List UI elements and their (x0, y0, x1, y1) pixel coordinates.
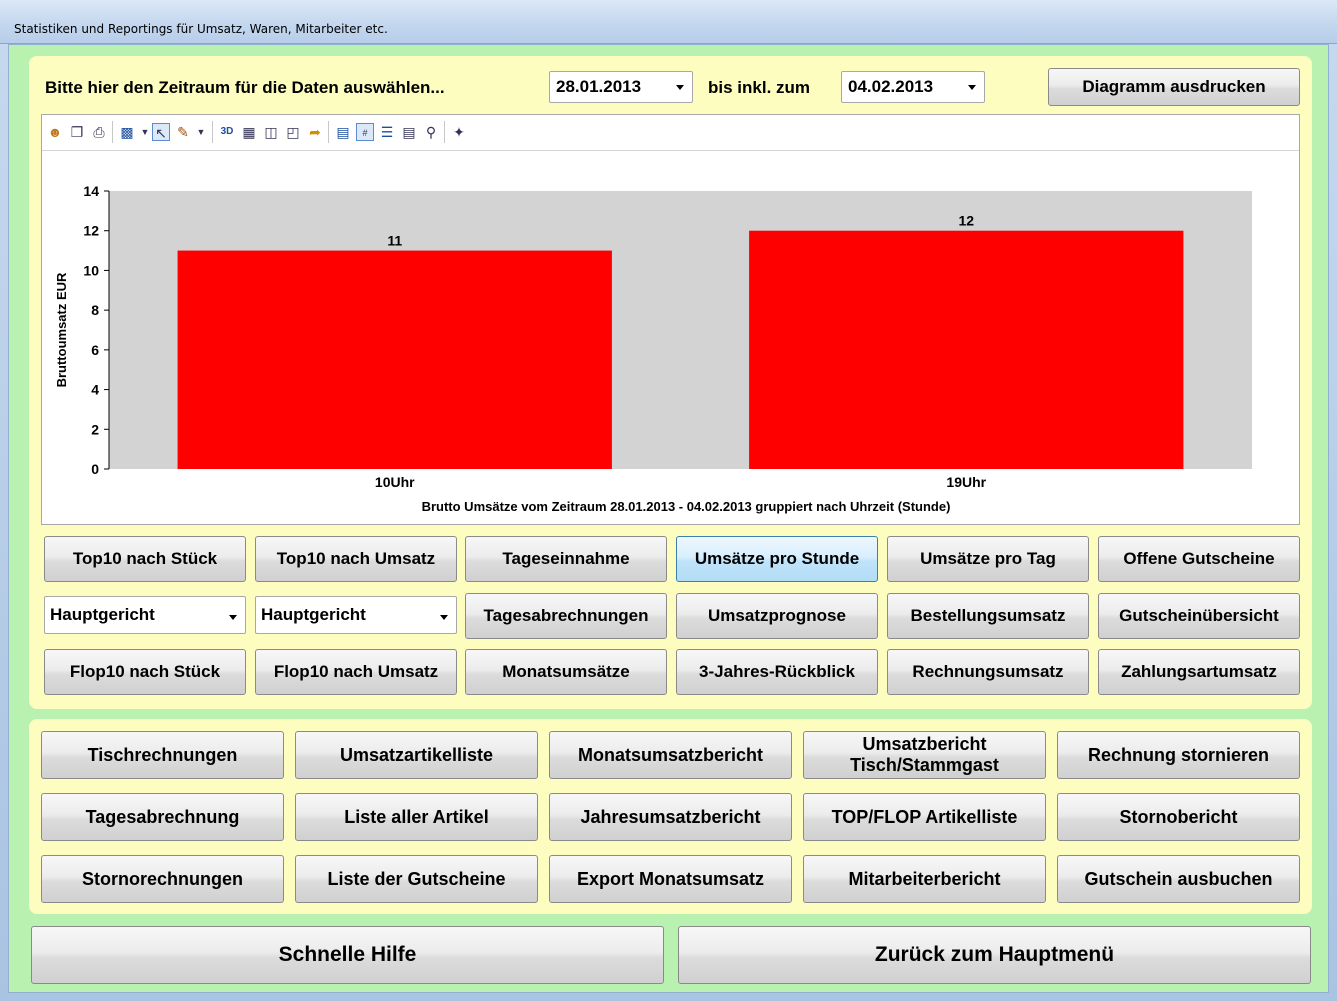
chevron-down-icon[interactable] (676, 85, 684, 90)
voucher-list-button[interactable]: Liste der Gutscheine (295, 855, 538, 903)
toolbar-separator (112, 121, 113, 143)
to-date-value: 04.02.2013 (848, 77, 934, 96)
redeem-voucher-button[interactable]: Gutschein ausbuchen (1057, 855, 1300, 903)
data-labels-icon[interactable]: # (356, 123, 374, 141)
cancelled-invoices-button[interactable]: Stornorechnungen (41, 855, 284, 903)
legend-icon[interactable]: ☰ (378, 123, 396, 141)
pointer-icon[interactable]: ↖ (152, 123, 170, 141)
export-icon[interactable]: ➦ (306, 123, 324, 141)
grid-icon[interactable]: ▦ (240, 123, 258, 141)
y-tick-label: 4 (91, 382, 99, 398)
bar-chart-icon[interactable]: ▩ (118, 123, 136, 141)
table-invoices-button[interactable]: Tischrechnungen (41, 731, 284, 779)
x-tick-label: 19Uhr (946, 474, 986, 490)
date-range-label: Bitte hier den Zeitraum für die Daten au… (45, 78, 445, 97)
chevron-down-icon[interactable] (968, 85, 976, 90)
top10-by-revenue-button[interactable]: Top10 nach Umsatz (255, 536, 457, 582)
bar-chart: 0 2 4 6 8 10 12 14 11 12 10Uhr 19Uhr Bruttoumsatz… (54, 183, 1252, 514)
client-area: Bitte hier den Zeitraum für die Daten au… (8, 44, 1329, 993)
y-tick-label: 6 (91, 342, 99, 358)
daily-settlements-button[interactable]: Tagesabrechnungen (465, 593, 667, 639)
top-flop-article-list-button[interactable]: TOP/FLOP Artikelliste (803, 793, 1046, 841)
employee-report-button[interactable]: Mitarbeiterbericht (803, 855, 1046, 903)
category-select-2-value: Hauptgericht (261, 605, 366, 624)
open-vouchers-button[interactable]: Offene Gutscheine (1098, 536, 1300, 582)
from-date-picker[interactable]: 28.01.2013 (549, 71, 693, 103)
category-select-1[interactable]: Hauptgericht (44, 596, 246, 634)
table-regular-guest-report-line1: Umsatzbericht (862, 734, 987, 754)
daily-settlement-button[interactable]: Tagesabrechnung (41, 793, 284, 841)
cancellation-report-button[interactable]: Stornobericht (1057, 793, 1300, 841)
bar (177, 250, 612, 469)
back-to-main-menu-button[interactable]: Zurück zum Hauptmenü (678, 926, 1311, 984)
y-tick-label: 14 (83, 183, 99, 199)
top10-by-quantity-button[interactable]: Top10 nach Stück (44, 536, 246, 582)
export-monthly-revenue-button[interactable]: Export Monatsumsatz (549, 855, 792, 903)
dropdown-arrow-icon[interactable]: ▼ (192, 123, 210, 141)
y-tick-label: 10 (83, 262, 99, 278)
flop10-by-quantity-button[interactable]: Flop10 nach Stück (44, 649, 246, 695)
order-revenue-button[interactable]: Bestellungsumsatz (887, 593, 1089, 639)
y-tick-label: 2 (91, 421, 99, 437)
annual-revenue-report-button[interactable]: Jahresumsatzbericht (549, 793, 792, 841)
chart-panel: Bitte hier den Zeitraum für die Daten au… (29, 56, 1312, 709)
table-regular-guest-report-button[interactable]: Umsatzbericht Tisch/Stammgast (803, 731, 1046, 779)
users-icon[interactable]: ☻ (46, 123, 64, 141)
to-date-label: bis inkl. zum (708, 78, 811, 97)
flop10-by-revenue-button[interactable]: Flop10 nach Umsatz (255, 649, 457, 695)
chevron-down-icon[interactable] (229, 615, 237, 620)
y-tick-label: 12 (83, 223, 99, 239)
all-articles-list-button[interactable]: Liste aller Artikel (295, 793, 538, 841)
chevron-down-icon[interactable] (440, 615, 448, 620)
y-tick-label: 0 (91, 461, 99, 477)
reports-panel: Tischrechnungen Umsatzartikelliste Monat… (29, 719, 1312, 914)
x-tick-label: 10Uhr (375, 474, 415, 490)
to-date-picker[interactable]: 04.02.2013 (841, 71, 985, 103)
bar-data-label: 12 (958, 213, 974, 229)
split-horizontal-icon[interactable]: ◫ (262, 123, 280, 141)
wizard-icon[interactable]: ✦ (450, 123, 468, 141)
cancel-invoice-button[interactable]: Rechnung stornieren (1057, 731, 1300, 779)
bar-data-label: 11 (387, 233, 402, 249)
quick-help-button[interactable]: Schnelle Hilfe (31, 926, 664, 984)
revenue-per-day-button[interactable]: Umsätze pro Tag (887, 536, 1089, 582)
daily-income-button[interactable]: Tageseinnahme (465, 536, 667, 582)
window-titlebar: Statistiken und Reportings für Umsatz, W… (0, 0, 1337, 44)
list-icon[interactable]: ▤ (400, 123, 418, 141)
monthly-revenue-report-button[interactable]: Monatsumsatzbericht (549, 731, 792, 779)
chart-toolbar: ☻ ❐ ⎙ ▩ ▼ ↖ ✎ ▼ 3D ▦ ◫ ◰ ➦ ▤ # ☰ ▤ ⚲ ✦ (42, 115, 1299, 151)
zoom-icon[interactable]: ⚲ (422, 123, 440, 141)
pen-icon[interactable]: ✎ (174, 123, 192, 141)
category-select-2[interactable]: Hauptgericht (255, 596, 457, 634)
split-vertical-icon[interactable]: ◰ (284, 123, 302, 141)
invoice-revenue-button[interactable]: Rechnungsumsatz (887, 649, 1089, 695)
window-title: Statistiken und Reportings für Umsatz, W… (14, 22, 388, 36)
x-axis-title: Brutto Umsätze vom Zeitraum 28.01.2013 -… (422, 499, 951, 514)
revenue-article-list-button[interactable]: Umsatzartikelliste (295, 731, 538, 779)
monthly-revenue-button[interactable]: Monatsumsätze (465, 649, 667, 695)
toolbar-separator (444, 121, 445, 143)
toolbar-separator (212, 121, 213, 143)
from-date-value: 28.01.2013 (556, 77, 642, 96)
chart-frame: ☻ ❐ ⎙ ▩ ▼ ↖ ✎ ▼ 3D ▦ ◫ ◰ ➦ ▤ # ☰ ▤ ⚲ ✦ 0… (41, 114, 1300, 525)
payment-method-revenue-button[interactable]: Zahlungsartumsatz (1098, 649, 1300, 695)
chart-settings-icon[interactable]: ▤ (334, 123, 352, 141)
three-year-review-button[interactable]: 3-Jahres-Rückblick (676, 649, 878, 695)
y-axis: 0 2 4 6 8 10 12 14 (83, 183, 110, 477)
toolbar-separator (328, 121, 329, 143)
table-regular-guest-report-line2: Tisch/Stammgast (850, 755, 999, 775)
revenue-per-hour-button[interactable]: Umsätze pro Stunde (676, 536, 878, 582)
3d-icon[interactable]: 3D (218, 123, 236, 141)
y-axis-title: Bruttoumsatz EUR (54, 272, 69, 387)
category-select-1-value: Hauptgericht (50, 605, 155, 624)
revenue-forecast-button[interactable]: Umsatzprognose (676, 593, 878, 639)
y-tick-label: 8 (91, 302, 99, 318)
x-axis: 10Uhr 19Uhr (375, 474, 987, 490)
print-icon[interactable]: ⎙ (90, 123, 108, 141)
copy-icon[interactable]: ❐ (68, 123, 86, 141)
print-chart-button[interactable]: Diagramm ausdrucken (1048, 68, 1300, 106)
voucher-overview-button[interactable]: Gutscheinübersicht (1098, 593, 1300, 639)
bar (749, 230, 1184, 469)
